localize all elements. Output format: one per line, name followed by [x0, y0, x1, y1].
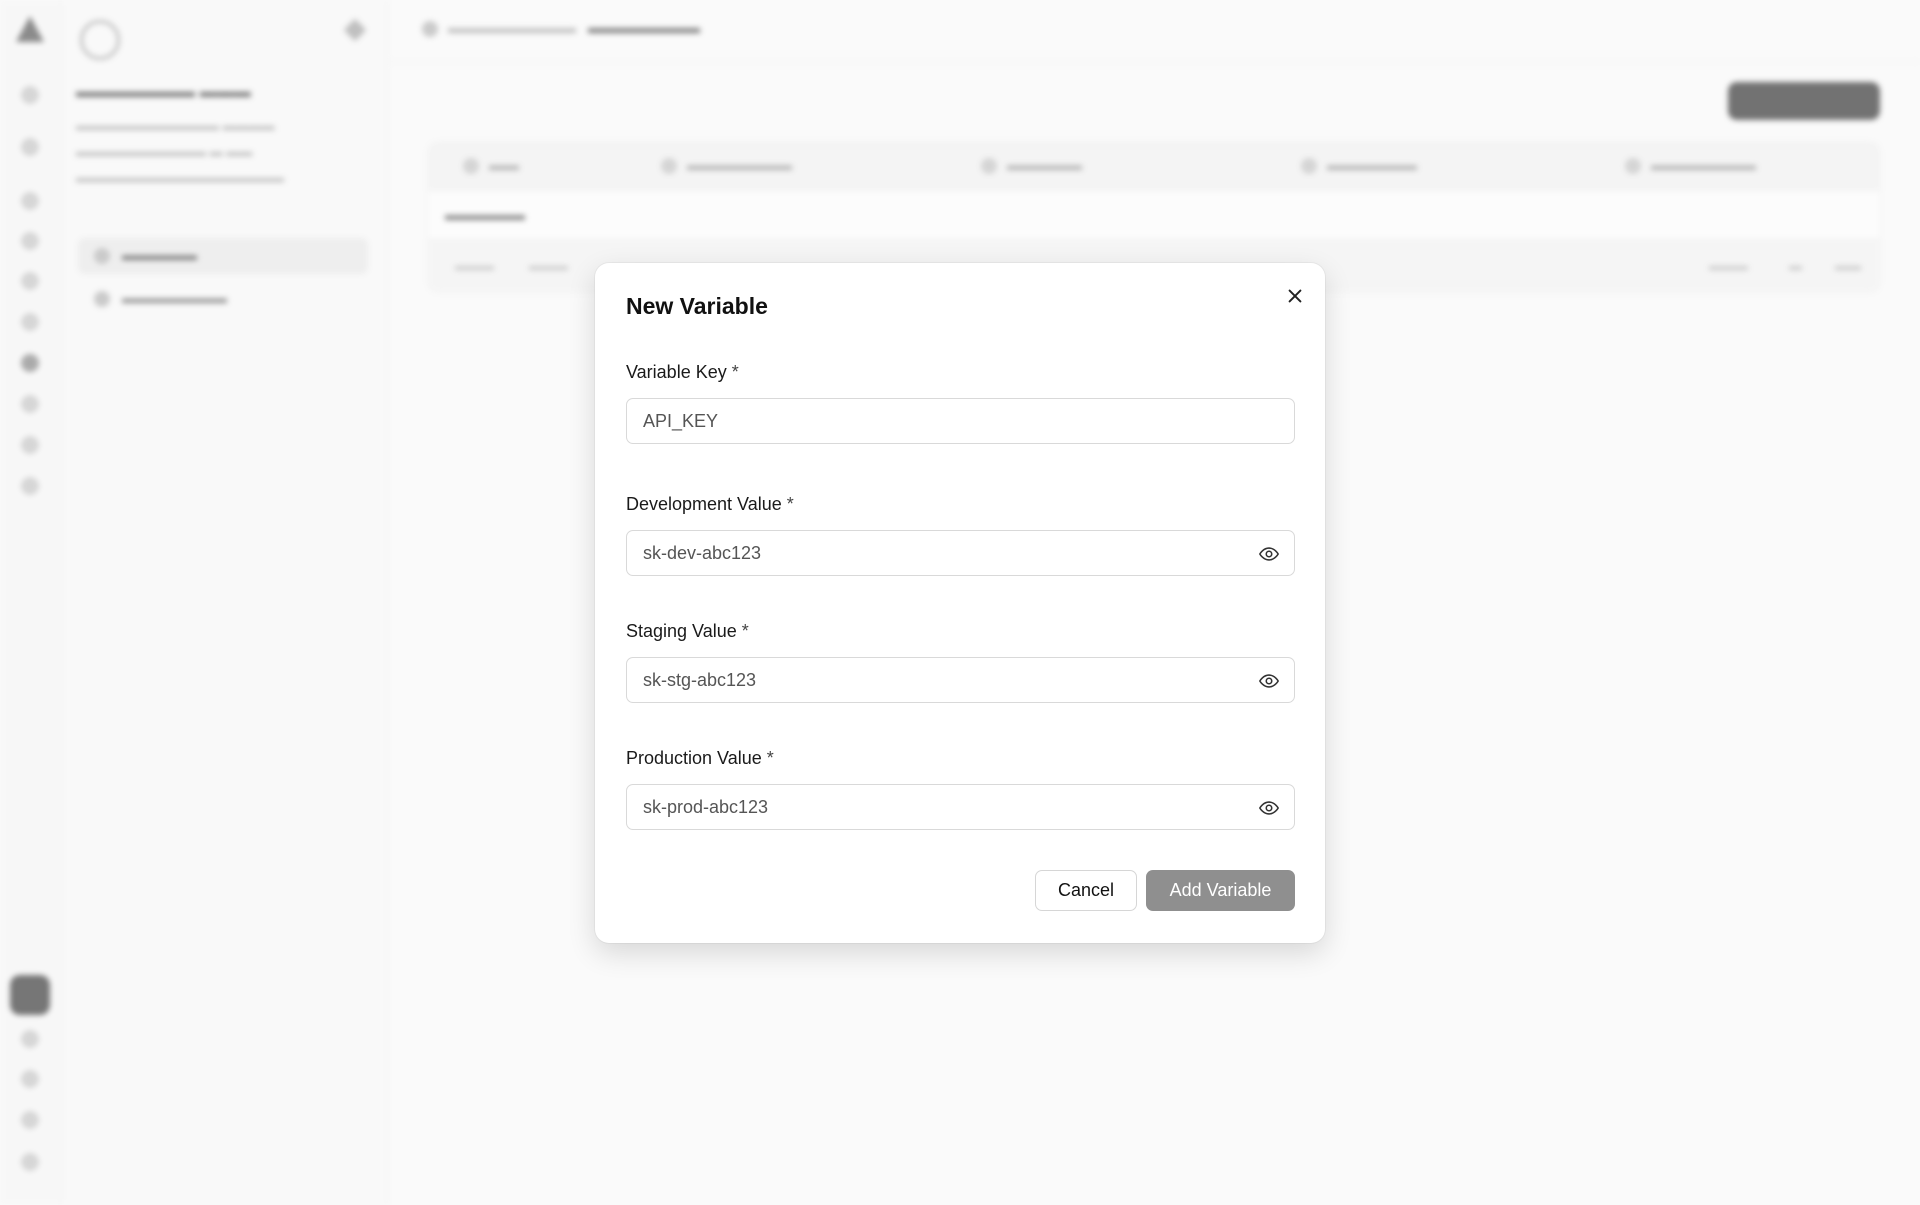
staging-value-label: Staging Value *: [626, 621, 749, 642]
development-value-label-text: Development Value: [626, 494, 782, 514]
production-value-label: Production Value *: [626, 748, 774, 769]
development-value-field: [626, 530, 1295, 576]
variable-key-input[interactable]: [627, 399, 1294, 443]
production-value-label-text: Production Value: [626, 748, 762, 768]
eye-icon: [1259, 801, 1279, 815]
required-marker: *: [731, 362, 739, 382]
new-variable-dialog: New Variable Variable Key* Development V…: [595, 263, 1325, 943]
production-value-field: [626, 784, 1295, 830]
toggle-visibility-button[interactable]: [1258, 543, 1280, 565]
required-marker: *: [741, 621, 749, 641]
development-value-label: Development Value *: [626, 494, 794, 515]
staging-value-field: [626, 657, 1295, 703]
cancel-button[interactable]: Cancel: [1035, 870, 1137, 911]
dialog-title: New Variable: [626, 293, 768, 319]
development-value-input[interactable]: [627, 531, 1294, 575]
staging-value-label-text: Staging Value: [626, 621, 737, 641]
close-button[interactable]: [1282, 283, 1308, 309]
variable-key-label-text: Variable Key: [626, 362, 727, 382]
toggle-visibility-button[interactable]: [1258, 797, 1280, 819]
variable-key-label: Variable Key *: [626, 362, 739, 383]
production-value-input[interactable]: [627, 785, 1294, 829]
staging-value-input[interactable]: [627, 658, 1294, 702]
add-variable-button[interactable]: Add Variable: [1146, 870, 1295, 911]
required-marker: *: [766, 748, 774, 768]
toggle-visibility-button[interactable]: [1258, 670, 1280, 692]
eye-icon: [1259, 547, 1279, 561]
close-icon: [1288, 289, 1302, 303]
eye-icon: [1259, 674, 1279, 688]
required-marker: *: [786, 494, 794, 514]
variable-key-field: [626, 398, 1295, 444]
